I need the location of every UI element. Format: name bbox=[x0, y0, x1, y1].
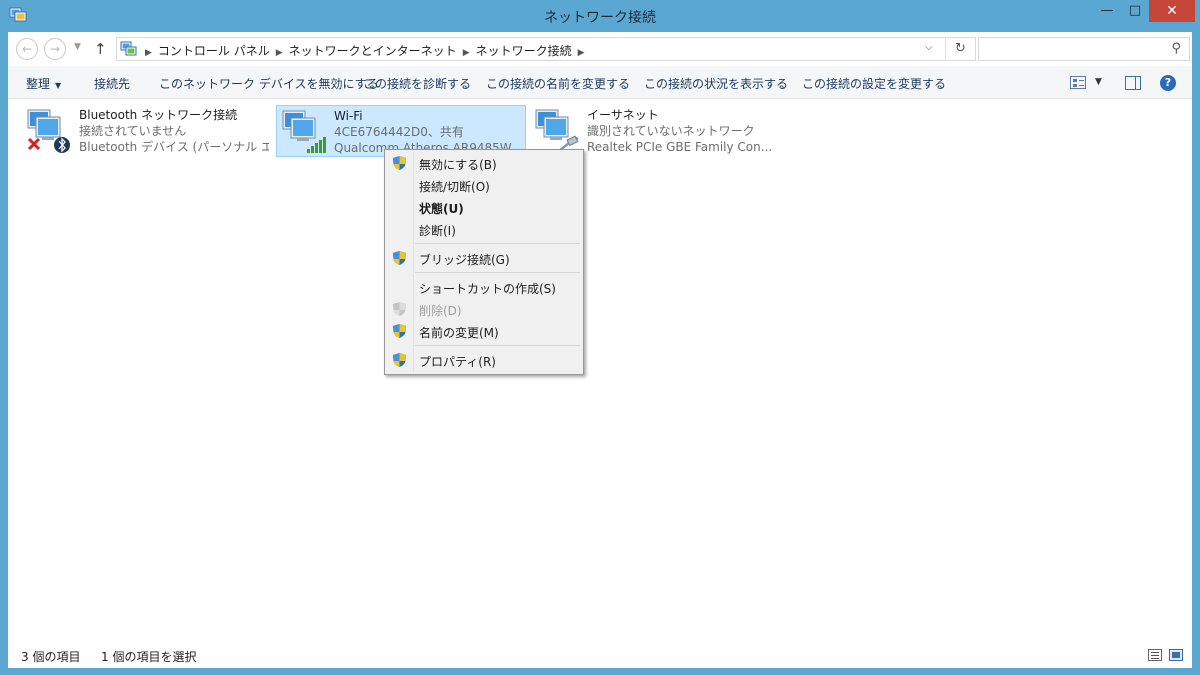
menu-item-diagnose[interactable]: 診断(I) bbox=[387, 218, 581, 240]
menu-separator bbox=[415, 272, 580, 273]
uac-shield-disabled-icon bbox=[393, 302, 406, 316]
menu-item-label: 名前の変更(M) bbox=[419, 326, 499, 340]
menu-item-bridge[interactable]: ブリッジ接続(G) bbox=[387, 247, 581, 269]
uac-shield-icon bbox=[393, 156, 406, 170]
breadcrumb-control-panel[interactable]: コントロール パネル bbox=[158, 44, 270, 58]
menu-item-label: 診断(I) bbox=[419, 224, 456, 238]
selected-count: 1 個の項目を選択 bbox=[101, 650, 197, 664]
command-bar: 整理 ▼ 接続先 このネットワーク デバイスを無効にする この接続を診断する この… bbox=[8, 66, 1192, 99]
title-bar[interactable]: ネットワーク接続 — □ ✕ bbox=[0, 0, 1200, 32]
network-computers-disconnected-bluetooth-icon bbox=[27, 109, 70, 153]
breadcrumb-separator-icon[interactable]: ▶ bbox=[578, 48, 585, 58]
explorer-window: ネットワーク接続 — □ ✕ ← → ▼ ↑ ▶ コントロール パネル ▶ ネットワー… bbox=[0, 0, 1200, 675]
item-count: 3 個の項目 bbox=[21, 650, 81, 664]
menu-item-label: プロパティ(R) bbox=[419, 355, 496, 369]
close-button[interactable]: ✕ bbox=[1149, 0, 1195, 22]
breadcrumb-separator-icon[interactable]: ▶ bbox=[145, 48, 152, 58]
connection-status: 識別されていないネットワーク bbox=[587, 124, 755, 138]
connection-item-bluetooth[interactable]: Bluetooth ネットワーク接続 接続されていません Bluetooth デ… bbox=[22, 105, 272, 157]
uac-shield-icon bbox=[393, 251, 406, 265]
back-button[interactable]: ← bbox=[16, 38, 38, 60]
navigation-bar: ← → ▼ ↑ ▶ コントロール パネル ▶ ネットワークとインターネット ▶ ネットワー… bbox=[8, 32, 1192, 66]
menu-item-delete: 削除(D) bbox=[387, 298, 581, 320]
connection-status: 4CE6764442D0、共有 bbox=[334, 125, 464, 139]
uac-shield-icon bbox=[393, 353, 406, 367]
connection-text: Bluetooth ネットワーク接続 接続されていません Bluetooth デ… bbox=[79, 107, 269, 155]
menu-separator bbox=[415, 345, 580, 346]
help-icon[interactable]: ? bbox=[1160, 75, 1176, 91]
network-computers-wifi-signal-icon bbox=[282, 110, 326, 153]
connection-name: イーサネット bbox=[587, 108, 659, 122]
connect-to-button[interactable]: 接続先 bbox=[94, 75, 130, 92]
address-bar[interactable]: ▶ コントロール パネル ▶ ネットワークとインターネット ▶ ネットワーク接続 ▶ ⌵ ↻ bbox=[116, 37, 976, 61]
context-menu: 無効にする(B) 接続/切断(O) 状態(U) 診断(I) ブリッジ接続(G) … bbox=[384, 149, 584, 375]
breadcrumb: ▶ コントロール パネル ▶ ネットワークとインターネット ▶ ネットワーク接続 ▶ bbox=[139, 42, 591, 59]
up-button[interactable]: ↑ bbox=[94, 40, 107, 58]
large-icons-view-icon[interactable] bbox=[1169, 649, 1183, 661]
window-title: ネットワーク接続 bbox=[544, 10, 656, 26]
uac-shield-icon bbox=[393, 324, 406, 338]
change-view-icon[interactable] bbox=[1070, 76, 1086, 89]
menu-item-rename[interactable]: 名前の変更(M) bbox=[387, 320, 581, 342]
menu-item-label: 接続/切断(O) bbox=[419, 180, 490, 194]
status-bar: 3 個の項目 1 個の項目を選択 bbox=[8, 640, 1192, 668]
menu-item-status[interactable]: 状態(U) bbox=[387, 196, 581, 218]
disable-device-button[interactable]: このネットワーク デバイスを無効にする bbox=[159, 75, 379, 92]
connection-name: Bluetooth ネットワーク接続 bbox=[79, 108, 238, 122]
recent-locations-dropdown[interactable]: ▼ bbox=[74, 42, 81, 52]
menu-separator bbox=[415, 243, 580, 244]
diagnose-connection-button[interactable]: この接続を診断する bbox=[363, 75, 471, 92]
breadcrumb-network-connections[interactable]: ネットワーク接続 bbox=[476, 44, 572, 58]
view-options-dropdown[interactable]: ▼ bbox=[1095, 77, 1102, 87]
menu-item-label: 削除(D) bbox=[419, 304, 462, 318]
menu-item-create-shortcut[interactable]: ショートカットの作成(S) bbox=[387, 276, 581, 298]
address-history-dropdown[interactable]: ⌵ bbox=[925, 42, 933, 53]
minimize-button[interactable]: — bbox=[1093, 0, 1121, 22]
network-computers-ethernet-cable-icon bbox=[535, 109, 579, 153]
organize-label: 整理 bbox=[26, 77, 51, 91]
search-icon[interactable]: ⚲ bbox=[1171, 41, 1181, 56]
view-status-button[interactable]: この接続の状況を表示する bbox=[644, 75, 788, 92]
forward-button[interactable]: → bbox=[44, 38, 66, 60]
menu-item-label: ショートカットの作成(S) bbox=[419, 282, 556, 296]
menu-item-label: ブリッジ接続(G) bbox=[419, 253, 510, 267]
menu-item-label: 無効にする(B) bbox=[419, 158, 497, 172]
refresh-button[interactable]: ↻ bbox=[945, 38, 975, 60]
menu-item-properties[interactable]: プロパティ(R) bbox=[387, 349, 581, 371]
breadcrumb-network-internet[interactable]: ネットワークとインターネット bbox=[289, 44, 457, 58]
connection-status: 接続されていません bbox=[79, 124, 187, 138]
connection-name: Wi-Fi bbox=[334, 109, 363, 123]
control-panel-icon bbox=[120, 41, 137, 56]
preview-pane-icon[interactable] bbox=[1125, 76, 1141, 90]
organize-menu[interactable]: 整理 ▼ bbox=[26, 75, 61, 92]
chevron-down-icon: ▼ bbox=[55, 81, 62, 90]
menu-item-connect-disconnect[interactable]: 接続/切断(O) bbox=[387, 174, 581, 196]
rename-connection-button[interactable]: この接続の名前を変更する bbox=[486, 75, 630, 92]
breadcrumb-separator-icon[interactable]: ▶ bbox=[276, 48, 283, 58]
maximize-button[interactable]: □ bbox=[1121, 0, 1149, 22]
file-list: Bluetooth ネットワーク接続 接続されていません Bluetooth デ… bbox=[8, 99, 1192, 640]
connection-device: Realtek PCIe GBE Family Con... bbox=[587, 140, 773, 154]
connection-device: Bluetooth デバイス (パーソナル エ... bbox=[79, 140, 269, 154]
connection-text: イーサネット 識別されていないネットワーク Realtek PCIe GBE F… bbox=[587, 107, 777, 155]
search-box[interactable]: ⚲ bbox=[978, 37, 1190, 61]
menu-item-label: 状態(U) bbox=[419, 202, 464, 216]
menu-item-disable[interactable]: 無効にする(B) bbox=[387, 152, 581, 174]
details-view-icon[interactable] bbox=[1148, 649, 1162, 661]
breadcrumb-separator-icon[interactable]: ▶ bbox=[463, 48, 470, 58]
change-settings-button[interactable]: この接続の設定を変更する bbox=[802, 75, 946, 92]
